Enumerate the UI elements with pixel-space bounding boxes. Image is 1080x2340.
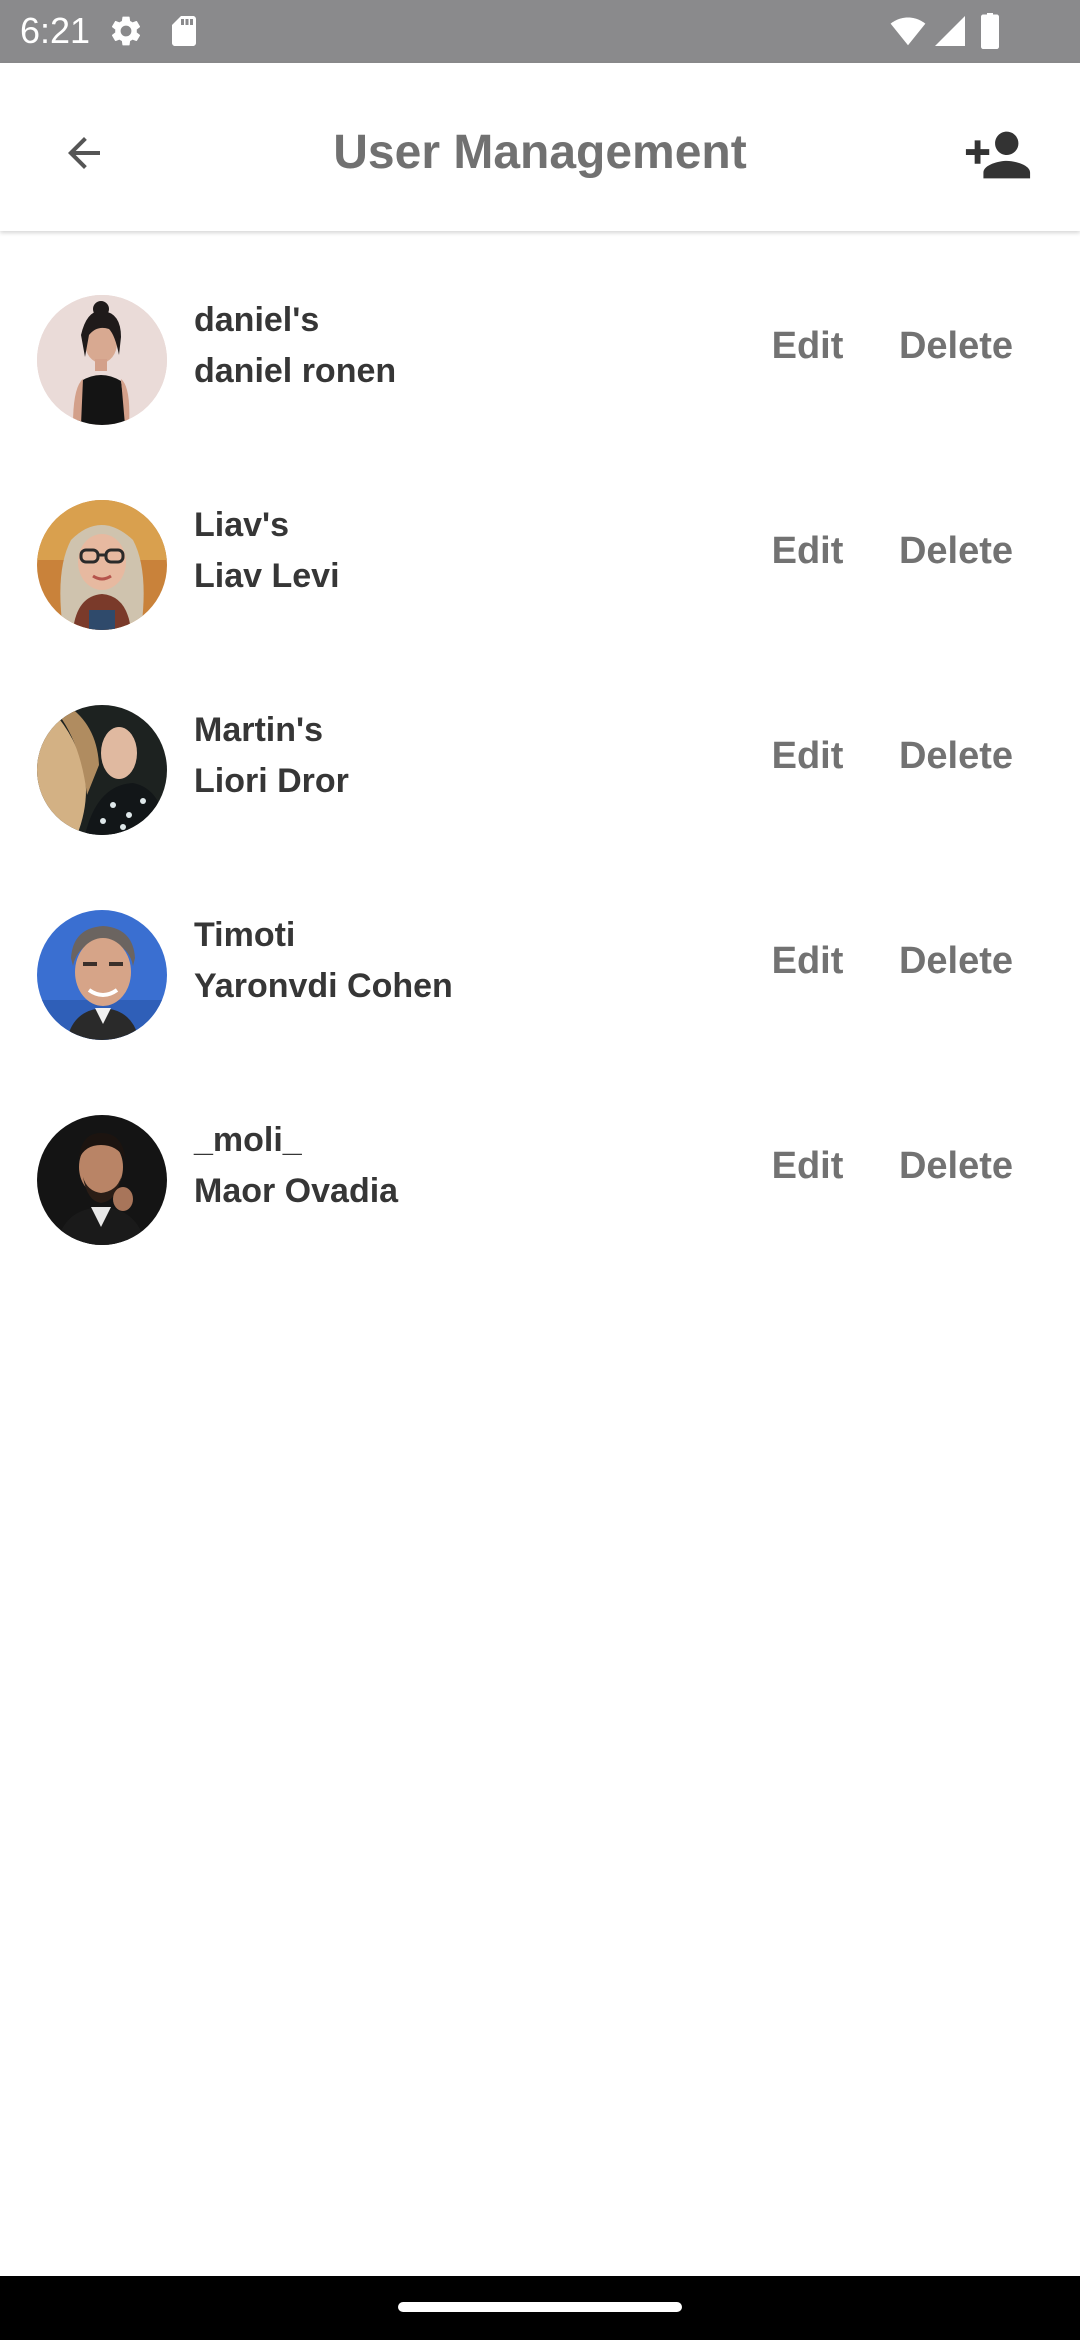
user-list: daniel's daniel ronen Edit Delete Liav's [0,233,1080,1258]
delete-button[interactable]: Delete [886,728,1026,784]
edit-button[interactable]: Edit [755,933,860,989]
person-add-icon [965,131,1031,179]
delete-button[interactable]: Delete [886,318,1026,374]
wifi-icon [890,13,926,49]
user-handle: Martin's [194,711,323,749]
user-text: Martin's Liori Dror [194,705,694,807]
delete-button[interactable]: Delete [886,1138,1026,1194]
arrow-back-icon [68,137,100,169]
avatar [37,705,167,835]
add-user-button[interactable] [958,115,1038,195]
page-title: User Management [333,126,747,179]
avatar [37,295,167,425]
user-text: daniel's daniel ronen [194,295,694,397]
user-text: Liav's Liav Levi [194,500,694,602]
user-row: Liav's Liav Levi Edit Delete [0,438,1080,643]
sd-card-icon [166,13,202,49]
user-row: Timoti Yaronvdi Cohen Edit Delete [0,848,1080,1053]
user-handle: Timoti [194,916,296,954]
user-row: daniel's daniel ronen Edit Delete [0,233,1080,438]
user-handle: daniel's [194,301,320,339]
user-fullname: daniel ronen [194,352,397,390]
user-fullname: Yaronvdi Cohen [194,967,453,1005]
status-bar: 6:21 [0,0,1080,63]
user-handle: Liav's [194,506,290,544]
settings-gear-icon [108,13,144,49]
user-row: Martin's Liori Dror Edit Delete [0,643,1080,848]
delete-button[interactable]: Delete [886,933,1026,989]
edit-button[interactable]: Edit [755,1138,860,1194]
user-fullname: Liav Levi [194,557,340,595]
user-fullname: Liori Dror [194,762,349,800]
user-row: _moli_ Maor Ovadia Edit Delete [0,1053,1080,1258]
user-fullname: Maor Ovadia [194,1172,399,1210]
navigation-bar [0,2276,1080,2340]
edit-button[interactable]: Edit [755,523,860,579]
home-indicator[interactable] [398,2302,682,2312]
user-text: Timoti Yaronvdi Cohen [194,910,694,1012]
signal-icon [932,13,968,49]
avatar [37,910,167,1040]
battery-icon [976,13,1004,49]
back-button[interactable] [48,117,120,189]
delete-button[interactable]: Delete [886,523,1026,579]
edit-button[interactable]: Edit [755,318,860,374]
app-bar: User Management [0,63,1080,231]
avatar [37,500,167,630]
user-handle: _moli_ [194,1121,302,1159]
status-time: 6:21 [20,10,91,51]
user-text: _moli_ Maor Ovadia [194,1115,694,1217]
avatar [37,1115,167,1245]
edit-button[interactable]: Edit [755,728,860,784]
